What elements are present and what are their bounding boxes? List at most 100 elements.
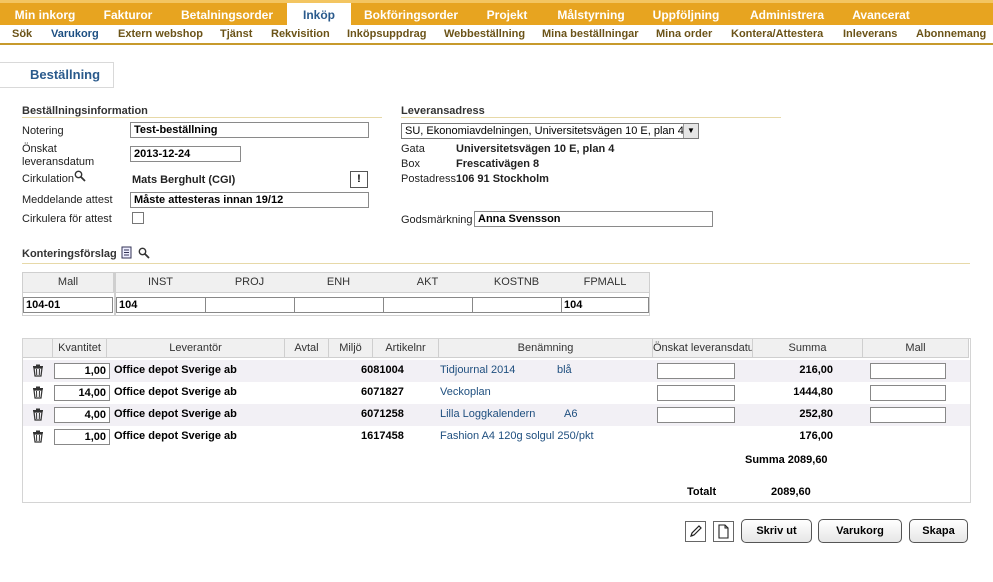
article-cell: 1617458: [361, 430, 404, 442]
subnav-abonnemang[interactable]: Abonnemang: [916, 25, 986, 43]
nav-administrera[interactable]: Administrera: [741, 3, 833, 25]
template-cell-input[interactable]: [870, 407, 946, 423]
quantity-input[interactable]: 4,00: [54, 407, 110, 423]
description-link[interactable]: Veckoplan: [440, 386, 491, 398]
subnav-inleverans[interactable]: Inleverans: [843, 25, 897, 43]
cart-button[interactable]: Varukorg: [818, 519, 902, 543]
page-title-box: Beställning: [0, 62, 114, 88]
coding-input-kostnb[interactable]: [472, 297, 562, 313]
goods-marking-input[interactable]: Anna Svensson: [474, 211, 713, 227]
th-delivery-date[interactable]: Önskat leveransdatu...: [653, 339, 753, 358]
subnav-varukorg[interactable]: Varukorg: [51, 25, 99, 43]
coding-header-akt: AKT: [383, 273, 472, 293]
circulation-value: Mats Berghult (CGI): [132, 174, 236, 186]
sum-cell: 176,00: [799, 430, 833, 442]
subnav-sok[interactable]: Sök: [12, 25, 32, 43]
th-environment[interactable]: Miljö: [329, 339, 373, 358]
document-button[interactable]: [713, 521, 734, 542]
postal-value: 106 91 Stockholm: [456, 173, 549, 185]
description-link[interactable]: Lilla Loggkalendern: [440, 408, 535, 420]
coding-input-akt[interactable]: [383, 297, 473, 313]
th-article-number[interactable]: Artikelnr: [373, 339, 439, 358]
nav-fakturor[interactable]: Fakturor: [92, 3, 164, 25]
th-quantity[interactable]: Kvantitet: [53, 339, 107, 358]
nav-betalningsorder[interactable]: Betalningsorder: [172, 3, 282, 25]
circulation-search-icon[interactable]: [74, 170, 86, 182]
quantity-input[interactable]: 1,00: [54, 429, 110, 445]
coding-mall-grid: Mall 104-01: [22, 272, 115, 316]
article-cell: 6071258: [361, 408, 404, 420]
subnav-kontera-attestera[interactable]: Kontera/Attestera: [731, 25, 823, 43]
sum-cell: 252,80: [799, 408, 833, 420]
delivery-address-select[interactable]: SU, Ekonomiavdelningen, Universitetsväge…: [401, 123, 699, 139]
subnav-tjanst[interactable]: Tjänst: [220, 25, 252, 43]
postal-label: Postadress: [401, 173, 457, 185]
th-supplier[interactable]: Leverantör: [107, 339, 285, 358]
create-button[interactable]: Skapa: [909, 519, 968, 543]
coding-header-fpmall: FPMALL: [561, 273, 649, 293]
th-sum[interactable]: Summa: [753, 339, 863, 358]
coding-input-inst[interactable]: 104: [116, 297, 206, 313]
coding-document-icon[interactable]: [121, 246, 133, 259]
nav-bokforingsorder[interactable]: Bokföringsorder: [358, 3, 464, 25]
subnav-rekvisition[interactable]: Rekvisition: [271, 25, 330, 43]
supplier-cell: Office depot Sverige ab: [114, 364, 237, 376]
items-table: Kvantitet Leverantör Avtal Miljö Artikel…: [22, 338, 971, 503]
sum-cell: 216,00: [799, 364, 833, 376]
template-cell-input[interactable]: [870, 363, 946, 379]
delivery-date-cell-input[interactable]: [657, 363, 735, 379]
delivery-date-cell-input[interactable]: [657, 407, 735, 423]
coding-input-fpmall[interactable]: 104: [561, 297, 649, 313]
circulate-checkbox[interactable]: [132, 212, 144, 224]
page-title: Beställning: [30, 67, 101, 82]
coding-input-enh[interactable]: [294, 297, 384, 313]
delivery-date-cell-input[interactable]: [657, 385, 735, 401]
coding-fields-grid: INST PROJ ENH AKT KOSTNB FPMALL 104 104: [115, 272, 650, 316]
coding-divider: [22, 263, 970, 264]
date-label-line1: Önskat: [22, 143, 57, 155]
subnav-mina-bestallningar[interactable]: Mina beställningar: [542, 25, 639, 43]
nav-projekt[interactable]: Projekt: [474, 3, 540, 25]
delivery-date-input[interactable]: 2013-12-24: [130, 146, 241, 162]
note-label: Notering: [22, 125, 64, 137]
order-info-heading: Beställningsinformation: [22, 105, 148, 117]
circulation-info-button[interactable]: !: [350, 171, 368, 188]
template-cell-input[interactable]: [870, 385, 946, 401]
nav-malstyrning[interactable]: Målstyrning: [549, 3, 633, 25]
note-input[interactable]: Test-beställning: [130, 122, 369, 138]
delivery-heading: Leveransadress: [401, 105, 485, 117]
th-template[interactable]: Mall: [863, 339, 969, 358]
th-description[interactable]: Benämning: [439, 339, 653, 358]
trash-icon[interactable]: [32, 408, 44, 421]
coding-search-icon[interactable]: [138, 247, 150, 259]
description-link[interactable]: Fashion A4 120g solgul 250/pkt: [440, 430, 594, 442]
chevron-down-icon[interactable]: ▼: [683, 124, 698, 138]
nav-uppfoljning[interactable]: Uppföljning: [642, 3, 730, 25]
delivery-address-value: SU, Ekonomiavdelningen, Universitetsväge…: [405, 125, 684, 137]
description-link[interactable]: Tidjournal 2014: [440, 364, 515, 376]
print-button[interactable]: Skriv ut: [741, 519, 812, 543]
quantity-input[interactable]: 14,00: [54, 385, 110, 401]
trash-icon[interactable]: [32, 386, 44, 399]
subnav-inkopsuppdrag[interactable]: Inköpsuppdrag: [347, 25, 426, 43]
subnav-mina-order[interactable]: Mina order: [656, 25, 712, 43]
supplier-cell: Office depot Sverige ab: [114, 408, 237, 420]
delivery-divider: [401, 117, 781, 118]
message-label: Meddelande attest: [22, 194, 113, 206]
nav-min-inkorg[interactable]: Min inkorg: [6, 3, 84, 25]
date-label-line2: leveransdatum: [22, 156, 95, 168]
th-contract[interactable]: Avtal: [285, 339, 329, 358]
quantity-input[interactable]: 1,00: [54, 363, 110, 379]
subnav-webbestallning[interactable]: Webbeställning: [444, 25, 525, 43]
th-action: [23, 339, 53, 358]
trash-icon[interactable]: [32, 430, 44, 443]
coding-header-proj: PROJ: [205, 273, 294, 293]
subnav-extern-webshop[interactable]: Extern webshop: [118, 25, 203, 43]
nav-avancerat[interactable]: Avancerat: [843, 3, 919, 25]
nav-inkop[interactable]: Inköp: [287, 3, 351, 25]
coding-mall-input[interactable]: 104-01: [23, 297, 113, 313]
trash-icon[interactable]: [32, 364, 44, 377]
message-input[interactable]: Måste attesteras innan 19/12: [130, 192, 369, 208]
coding-input-proj[interactable]: [205, 297, 295, 313]
edit-button[interactable]: [685, 521, 706, 542]
